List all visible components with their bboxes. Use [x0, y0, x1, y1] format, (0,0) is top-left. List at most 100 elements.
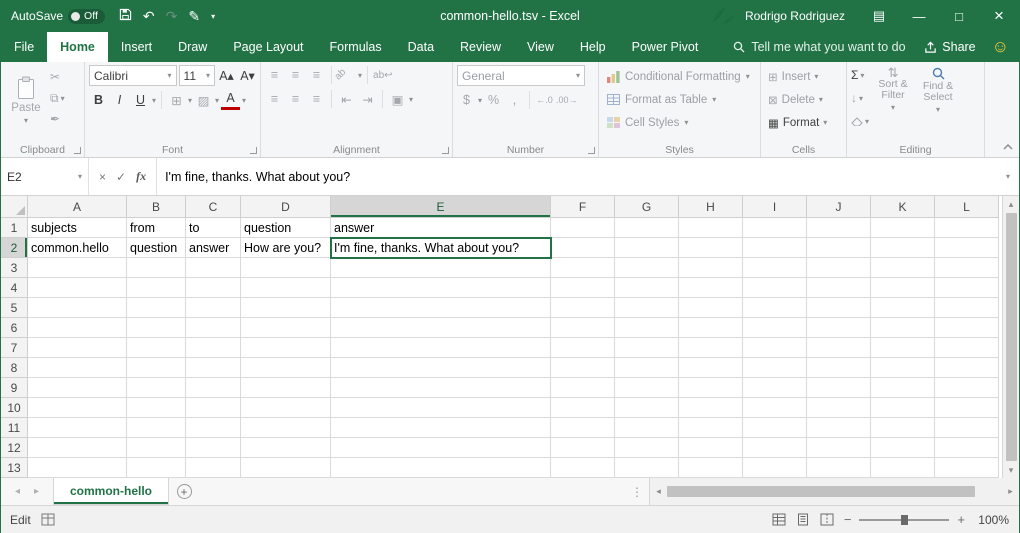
- page-break-view-icon[interactable]: [820, 513, 834, 526]
- name-box[interactable]: E2 ▾: [1, 158, 89, 195]
- confirm-entry-button[interactable]: ✓: [116, 170, 126, 184]
- cell-A13[interactable]: [28, 458, 127, 478]
- format-as-table-button[interactable]: Format as Table ▾: [603, 88, 757, 111]
- cell-B4[interactable]: [127, 278, 186, 298]
- cell-K8[interactable]: [871, 358, 935, 378]
- collapse-ribbon-icon[interactable]: [1003, 139, 1013, 153]
- number-format-combo[interactable]: General ▾: [457, 65, 585, 86]
- column-header-C[interactable]: C: [186, 196, 241, 218]
- cell-E9[interactable]: [331, 378, 551, 398]
- orientation-button[interactable]: ab: [333, 61, 361, 89]
- undo-icon[interactable]: ↶: [143, 8, 155, 25]
- cell-E4[interactable]: [331, 278, 551, 298]
- cell-L8[interactable]: [935, 358, 999, 378]
- close-button[interactable]: ×: [979, 0, 1019, 32]
- cell-styles-button[interactable]: Cell Styles ▾: [603, 111, 757, 134]
- row-header-13[interactable]: 13: [1, 458, 28, 478]
- row-header-5[interactable]: 5: [1, 298, 28, 318]
- cell-J3[interactable]: [807, 258, 871, 278]
- cell-E11[interactable]: [331, 418, 551, 438]
- cut-button[interactable]: ✂: [50, 69, 65, 85]
- font-size-dropdown-icon[interactable]: ▾: [206, 71, 210, 80]
- cell-F9[interactable]: [551, 378, 615, 398]
- normal-view-icon[interactable]: [772, 513, 786, 526]
- cell-C2[interactable]: answer: [186, 238, 241, 258]
- autosum-dropdown-icon[interactable]: ▾: [860, 71, 864, 80]
- cell-H11[interactable]: [679, 418, 743, 438]
- tab-page-layout[interactable]: Page Layout: [220, 32, 316, 62]
- new-sheet-button[interactable]: +: [169, 478, 199, 505]
- cell-L4[interactable]: [935, 278, 999, 298]
- format-painter-button[interactable]: ✒: [50, 111, 65, 127]
- cell-G8[interactable]: [615, 358, 679, 378]
- clear-dropdown-icon[interactable]: ▾: [865, 117, 869, 126]
- cell-D5[interactable]: [241, 298, 331, 318]
- row-header-3[interactable]: 3: [1, 258, 28, 278]
- cell-I9[interactable]: [743, 378, 807, 398]
- cell-K7[interactable]: [871, 338, 935, 358]
- autosave-toggle[interactable]: AutoSave Off: [11, 9, 105, 24]
- tab-home[interactable]: Home: [47, 32, 108, 62]
- row-header-1[interactable]: 1: [1, 218, 28, 238]
- tab-power-pivot[interactable]: Power Pivot: [619, 32, 712, 62]
- increase-indent-button[interactable]: ⇥: [358, 89, 377, 109]
- cell-H13[interactable]: [679, 458, 743, 478]
- cell-F1[interactable]: [551, 218, 615, 238]
- cell-F12[interactable]: [551, 438, 615, 458]
- cell-D10[interactable]: [241, 398, 331, 418]
- number-format-dropdown-icon[interactable]: ▾: [576, 71, 580, 80]
- insert-function-button[interactable]: fx: [136, 169, 146, 184]
- row-header-9[interactable]: 9: [1, 378, 28, 398]
- expand-formula-bar-icon[interactable]: ▾: [1006, 172, 1010, 181]
- merge-dropdown-icon[interactable]: ▾: [409, 95, 413, 104]
- sheet-tab-common-hello[interactable]: common-hello: [53, 478, 169, 505]
- select-all-corner[interactable]: [1, 196, 28, 218]
- cell-E2[interactable]: I'm fine, thanks. What about you?: [331, 238, 551, 258]
- cell-C12[interactable]: [186, 438, 241, 458]
- cell-G3[interactable]: [615, 258, 679, 278]
- conditional-formatting-dropdown-icon[interactable]: ▾: [746, 72, 750, 81]
- cell-D4[interactable]: [241, 278, 331, 298]
- cell-K3[interactable]: [871, 258, 935, 278]
- fill-button[interactable]: ↓▾: [851, 88, 869, 108]
- cell-A3[interactable]: [28, 258, 127, 278]
- cell-B9[interactable]: [127, 378, 186, 398]
- cell-G12[interactable]: [615, 438, 679, 458]
- tab-data[interactable]: Data: [395, 32, 447, 62]
- cell-I10[interactable]: [743, 398, 807, 418]
- name-box-dropdown-icon[interactable]: ▾: [78, 172, 82, 181]
- cell-H12[interactable]: [679, 438, 743, 458]
- column-header-D[interactable]: D: [241, 196, 331, 218]
- cell-L2[interactable]: [935, 238, 999, 258]
- row-header-12[interactable]: 12: [1, 438, 28, 458]
- formula-input[interactable]: I'm fine, thanks. What about you?: [157, 158, 997, 195]
- font-color-dropdown-icon[interactable]: ▾: [242, 96, 246, 105]
- cell-F2[interactable]: [551, 238, 615, 258]
- cell-G2[interactable]: [615, 238, 679, 258]
- decrease-font-size-button[interactable]: A▾: [238, 66, 257, 86]
- cell-A7[interactable]: [28, 338, 127, 358]
- tell-me-box[interactable]: Tell me what you want to do: [733, 32, 905, 62]
- row-header-8[interactable]: 8: [1, 358, 28, 378]
- cell-F7[interactable]: [551, 338, 615, 358]
- cell-G1[interactable]: [615, 218, 679, 238]
- increase-decimal-button[interactable]: ←.0: [535, 90, 554, 110]
- font-name-combo[interactable]: Calibri ▾: [89, 65, 177, 86]
- cell-H6[interactable]: [679, 318, 743, 338]
- cell-G11[interactable]: [615, 418, 679, 438]
- column-header-K[interactable]: K: [871, 196, 935, 218]
- horizontal-scroll-thumb[interactable]: [667, 486, 975, 497]
- cell-G4[interactable]: [615, 278, 679, 298]
- format-as-table-dropdown-icon[interactable]: ▾: [712, 95, 716, 104]
- cell-L5[interactable]: [935, 298, 999, 318]
- underline-dropdown-icon[interactable]: ▾: [152, 96, 156, 105]
- row-header-10[interactable]: 10: [1, 398, 28, 418]
- cell-G6[interactable]: [615, 318, 679, 338]
- cell-I5[interactable]: [743, 298, 807, 318]
- cell-B10[interactable]: [127, 398, 186, 418]
- cell-A5[interactable]: [28, 298, 127, 318]
- cell-A6[interactable]: [28, 318, 127, 338]
- cell-E12[interactable]: [331, 438, 551, 458]
- cell-L6[interactable]: [935, 318, 999, 338]
- cell-B11[interactable]: [127, 418, 186, 438]
